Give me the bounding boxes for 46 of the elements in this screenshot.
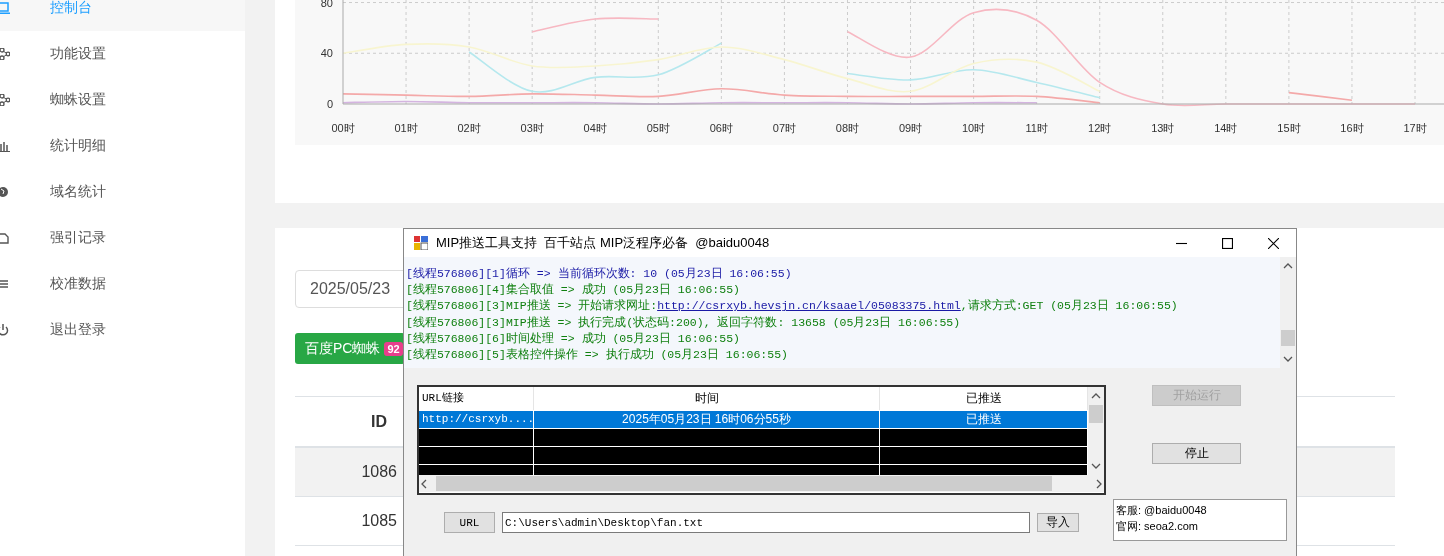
sidebar-item[interactable]: 蜘蛛设置: [0, 77, 245, 123]
column-header[interactable]: URL链接: [419, 387, 534, 410]
count-badge: 92: [384, 341, 403, 356]
window-title: MIP推送工具支持 百千站点 MIP泛程序必备 @baidu0048: [436, 234, 771, 252]
grid-row[interactable]: http://csrxyb.... 2025年05月23日 16时06分55秒 已推送: [419, 411, 1088, 429]
log-line: [线程576806][5]表格控件操作 => 执行成功 (05月23日 16:06:55): [406, 347, 789, 363]
axis-label: 17时: [1403, 122, 1427, 134]
axis-label: 13时: [1151, 122, 1175, 134]
stop-button[interactable]: 停止: [1152, 443, 1241, 464]
axis-label: 14时: [1214, 122, 1238, 134]
axis-label: 03时: [520, 122, 544, 134]
url-button[interactable]: URL: [444, 512, 495, 533]
axis-label: 05时: [646, 122, 670, 134]
axis-label: 04时: [583, 122, 607, 134]
axis-label: 00时: [331, 122, 355, 134]
sidebar-item[interactable]: 校准数据: [0, 261, 245, 307]
info-text: 官网: seoa2.com: [1116, 519, 1199, 534]
sidebar-item[interactable]: 域名统计: [0, 169, 245, 215]
axis-label: 15时: [1277, 122, 1301, 134]
table-cell-text: 1086: [360, 463, 397, 481]
path-field[interactable]: C:\Users\admin\Desktop\fan.txt: [502, 512, 1030, 533]
axis-label: 0: [326, 98, 333, 110]
column-header: ID: [370, 412, 387, 431]
sidebar-item[interactable]: 功能设置: [0, 31, 245, 77]
spider-button[interactable]: 百度PC蜘蛛 92: [295, 333, 405, 364]
log-line: [线程576806][3]MIP推送 => 执行完成(状态码:200), 返回字符数: 13658 (05月23日 16:06:55): [406, 314, 962, 331]
axis-label: 10时: [961, 122, 986, 134]
axis-label: 12时: [1088, 122, 1112, 134]
sidebar-item[interactable]: 退出登录: [0, 307, 245, 353]
axis-label: 01时: [394, 122, 418, 134]
sidebar-item[interactable]: 强引记录: [0, 215, 245, 261]
axis-label: 07时: [772, 122, 797, 134]
axis-label: 06时: [709, 122, 733, 134]
axis-label: 11时: [1025, 122, 1048, 134]
axis-label: 40: [320, 47, 333, 60]
log-link[interactable]: http://csrxyb.hevsjn.cn/ksaael/05083375.html: [657, 299, 961, 313]
axis-label: 02时: [457, 122, 481, 134]
axis-label: 16时: [1340, 122, 1364, 134]
info-text: 客服: @baidu0048: [1116, 503, 1208, 518]
table-cell-text: 1085: [360, 512, 397, 530]
sidebar-item[interactable]: 统计明细: [0, 123, 245, 169]
log-line: [线程576806][6]时间处理 => 成功 (05月23日 16:06:55): [406, 330, 741, 347]
axis-label: 08时: [835, 122, 860, 134]
import-button[interactable]: 导入: [1037, 513, 1079, 532]
axis-label: 09时: [898, 122, 923, 134]
column-header[interactable]: 时间: [534, 387, 880, 410]
